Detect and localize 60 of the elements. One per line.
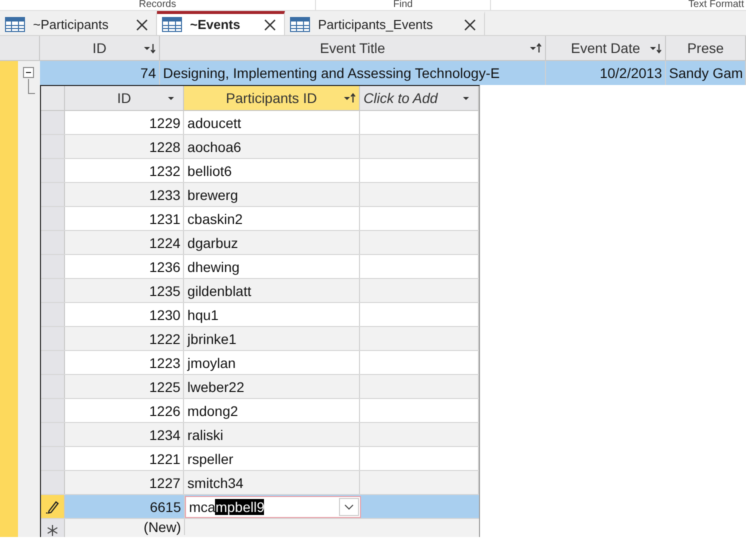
ribbon-group-label: Find (393, 0, 413, 10)
dropdown-icon (344, 504, 354, 510)
sort-dropdown-icon[interactable] (529, 42, 542, 54)
table-cell: hqu1 (184, 303, 360, 326)
table-cell: 1221 (65, 447, 184, 470)
table-cell: dhewing (184, 255, 360, 278)
table-cell: 1224 (65, 231, 184, 254)
sort-dropdown-icon[interactable] (649, 42, 662, 54)
table-cell: 1227 (65, 471, 184, 494)
table-cell: dgarbuz (184, 231, 360, 254)
table-cell: 1236 (65, 255, 184, 278)
ribbon-group-label: Text Formatt (688, 0, 744, 10)
table-cell: 1232 (65, 159, 184, 182)
column-header[interactable]: Prese (666, 36, 746, 60)
document-tab[interactable]: ~Events (157, 11, 285, 35)
table-cell: raliski (184, 423, 360, 446)
table-cell: cbaskin2 (184, 207, 360, 230)
table-icon (162, 17, 182, 32)
column-header[interactable]: Click to Add (360, 86, 479, 110)
table-cell: aochoa6 (184, 135, 360, 158)
table-cell: 1231 (65, 207, 184, 230)
sort-dropdown-icon[interactable] (342, 92, 356, 104)
table-cell: gildenblatt (184, 279, 360, 302)
collapse-icon[interactable] (23, 67, 34, 78)
table-icon (5, 17, 25, 32)
table-cell: 1235 (65, 279, 184, 302)
pencil-icon (46, 500, 60, 514)
table-cell: rspeller (184, 447, 360, 470)
table-cell: 1226 (65, 399, 184, 422)
table-cell: belliot6 (184, 159, 360, 182)
table-cell: 1228 (65, 135, 184, 158)
table-cell: 1230 (65, 303, 184, 326)
column-header[interactable]: Event Date (546, 36, 666, 60)
table-cell: 1222 (65, 327, 184, 350)
table-cell: 1223 (65, 351, 184, 374)
table-icon (290, 17, 310, 32)
sort-dropdown-icon[interactable] (143, 42, 156, 54)
table-cell: brewerg (184, 183, 360, 206)
table-cell: (New) (65, 519, 185, 535)
table-cell: 1225 (65, 375, 184, 398)
table-cell: lweber22 (184, 375, 360, 398)
ribbon-group-label: Records (138, 0, 176, 10)
column-header[interactable]: Participants ID (184, 86, 360, 110)
column-header[interactable]: Event Title (160, 36, 546, 60)
table-cell: adoucett (184, 111, 360, 134)
table-cell: 1233 (65, 183, 184, 206)
combo-box[interactable]: mcampbell9 (185, 496, 361, 518)
table-cell: smitch34 (184, 471, 360, 494)
table-cell: 10/2/2013 (546, 61, 666, 85)
table-cell: 1229 (65, 111, 184, 134)
close-icon[interactable] (264, 18, 276, 30)
table-cell: 1234 (65, 423, 184, 446)
close-icon[interactable] (136, 18, 148, 30)
table-cell: mdong2 (184, 399, 360, 422)
table-cell: jmoylan (184, 351, 360, 374)
close-icon[interactable] (464, 18, 476, 30)
column-header[interactable]: ID (40, 36, 160, 60)
table-cell: jbrinke1 (184, 327, 360, 350)
table-cell: Sandy Gam (666, 61, 746, 85)
asterisk-icon (47, 525, 58, 536)
